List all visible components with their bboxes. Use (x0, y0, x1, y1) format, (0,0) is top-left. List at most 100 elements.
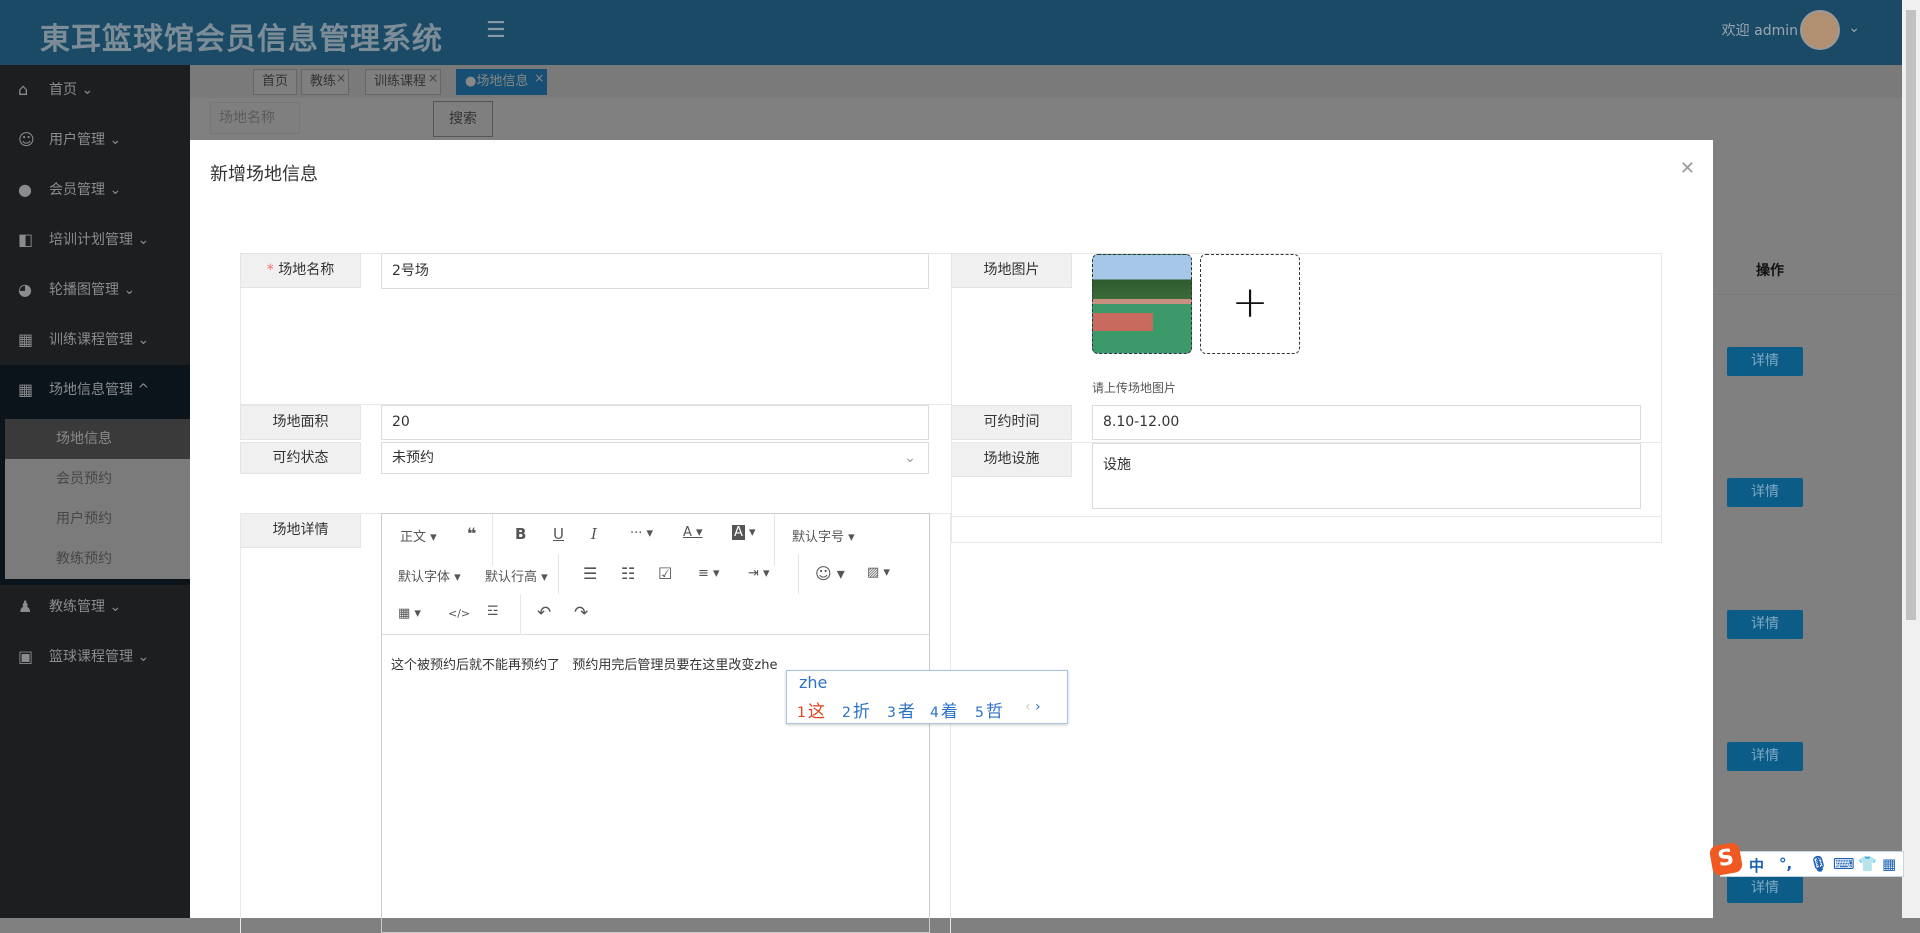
submenu-venue-info[interactable]: 场地信息 (5, 419, 190, 459)
editor-content[interactable]: 这个被预约后就不能再预约了 预约用完后管理员要在这里改变zhe (391, 654, 777, 673)
close-icon[interactable]: × (336, 66, 346, 90)
detail-button[interactable]: 详情 (1727, 478, 1803, 507)
sidebar-item-label: 首页 (49, 82, 77, 98)
sidebar-item-carousel[interactable]: ◕ 轮播图管理 ⌄ (0, 265, 190, 315)
uploaded-court-image[interactable] (1092, 254, 1192, 354)
status-select[interactable]: 未预约 ⌄ (381, 442, 929, 474)
submenu-member-booking[interactable]: 会员预约 (5, 459, 190, 499)
ime-page-arrows[interactable]: ‹ › (1025, 699, 1041, 715)
line-height-dropdown[interactable]: 默认行高 ▾ (485, 566, 548, 585)
font-color-icon[interactable]: A ▾ (683, 525, 703, 540)
close-icon[interactable]: × (534, 66, 544, 90)
undo-icon[interactable]: ↶ (537, 603, 551, 623)
tab-bar: 首页 教练 × 训练课程 × ●场地信息 × (190, 65, 1902, 98)
sidebar-item-basketball-courses[interactable]: ▣ 篮球课程管理 ⌄ (0, 632, 190, 682)
tab-training-course[interactable]: 训练课程 × (365, 66, 442, 95)
area-input[interactable]: 20 (381, 405, 929, 440)
ime-candidate[interactable]: 2折 (842, 697, 870, 722)
toolbox-icon[interactable]: ▦ (1882, 855, 1896, 873)
upload-plus-button[interactable]: + (1200, 254, 1300, 354)
sogou-logo-icon[interactable]: S (1708, 841, 1744, 877)
toolbar-label: 正文 (400, 530, 427, 545)
align-icon[interactable]: ≡ ▾ (698, 566, 720, 581)
close-icon[interactable]: ✕ (1680, 158, 1695, 179)
app-title: 東耳篮球馆会员信息管理系统 (40, 22, 443, 57)
time-input[interactable]: 8.10-12.00 (1092, 405, 1641, 440)
bold-icon[interactable]: B (515, 525, 526, 543)
chevron-down-icon: ⌄ (904, 450, 916, 466)
sidebar-item-coaches[interactable]: ♟ 教练管理 ⌄ (0, 582, 190, 632)
punctuation-toggle[interactable]: °, (1779, 855, 1792, 873)
submenu-user-booking[interactable]: 用户预约 (5, 499, 190, 539)
picture-icon: ▣ (18, 647, 34, 666)
emoji-icon[interactable]: ☺ ▾ (815, 564, 845, 583)
sidebar-item-home[interactable]: ⌂ 首页 ⌄ (0, 65, 190, 115)
skin-shirt-icon[interactable]: 👕 (1858, 855, 1877, 873)
numbered-list-icon[interactable]: ☷ (621, 564, 635, 583)
code-icon[interactable]: </> (448, 607, 470, 620)
home-icon: ⌂ (18, 80, 29, 99)
more-icon[interactable]: ··· ▾ (630, 526, 653, 541)
table-icon[interactable]: ▦ ▾ (398, 606, 421, 621)
divider-line-icon[interactable]: ☲ (487, 604, 499, 619)
image-label: 场地图片 (951, 253, 1072, 288)
chinese-mode-toggle[interactable]: 中 (1749, 855, 1764, 876)
image-icon[interactable]: ▨ ▾ (867, 565, 890, 580)
chevron-down-icon[interactable]: ⌄ (1848, 20, 1860, 36)
tab-home[interactable]: 首页 (253, 69, 298, 95)
keyboard-icon[interactable]: ⌨ (1833, 855, 1855, 873)
candidate-text: 哲 (985, 702, 1003, 722)
indent-icon[interactable]: ⇥ ▾ (748, 566, 770, 581)
microphone-icon[interactable]: 🎙 (1809, 855, 1828, 873)
tab-label: 教练 (310, 74, 337, 89)
divider (558, 554, 559, 594)
ime-candidate[interactable]: 1这 (797, 697, 825, 722)
avatar[interactable] (1800, 10, 1840, 50)
sidebar-item-users[interactable]: ☺ 用户管理 ⌄ (0, 115, 190, 165)
name-label: * 场地名称 (240, 253, 361, 288)
redo-icon[interactable]: ↷ (574, 603, 588, 623)
detail-button[interactable]: 详情 (1727, 347, 1803, 376)
detail-button[interactable]: 详情 (1727, 610, 1803, 639)
ime-candidate[interactable]: 5哲 (975, 697, 1003, 722)
submenu-coach-booking[interactable]: 教练预约 (5, 539, 190, 579)
sidebar-item-label: 会员管理 (49, 182, 105, 198)
tab-coach[interactable]: 教练 × (301, 66, 350, 95)
sidebar-item-label: 训练课程管理 (49, 332, 133, 348)
sidebar-item-label: 教练管理 (49, 599, 105, 615)
search-button[interactable]: 搜索 (433, 101, 493, 137)
close-icon[interactable]: × (428, 66, 438, 90)
sidebar-item-training-plan[interactable]: ◧ 培训计划管理 ⌄ (0, 215, 190, 265)
quote-icon[interactable]: ❝ (467, 524, 476, 543)
sidebar-item-label: 培训计划管理 (49, 232, 133, 248)
menu-fold-icon[interactable]: ☰ (486, 18, 506, 43)
tab-label: ●场地信息 (465, 74, 529, 89)
ops-column-header: 操作 (1756, 263, 1784, 279)
search-input[interactable]: 场地名称 (210, 102, 300, 134)
italic-icon[interactable]: I (591, 525, 597, 543)
editor-toolbar: 正文 ▾ ❝ B U I ··· ▾ A ▾ A ▾ 默认字号 ▾ 默认字体 ▾… (382, 514, 929, 635)
candidate-text: 这 (807, 702, 825, 722)
toolbar-label: 默认字号 (792, 530, 845, 545)
sidebar-item-label: 轮播图管理 (49, 282, 119, 298)
ime-candidate[interactable]: 3者 (887, 697, 915, 722)
todo-icon[interactable]: ☑ (658, 564, 672, 583)
tab-venue-info[interactable]: ●场地信息 × (456, 66, 548, 95)
font-family-dropdown[interactable]: 默认字体 ▾ (398, 566, 461, 585)
underline-icon[interactable]: U (553, 525, 564, 543)
time-label: 可约时间 (951, 405, 1072, 440)
bullet-list-icon[interactable]: ☰ (583, 564, 597, 583)
dashboard-icon: ◕ (18, 280, 32, 299)
ime-candidate[interactable]: 4着 (930, 697, 958, 722)
sidebar-item-members[interactable]: ● 会员管理 ⌄ (0, 165, 190, 215)
sidebar-item-courses[interactable]: ▦ 训练课程管理 ⌄ (0, 315, 190, 365)
font-size-dropdown[interactable]: 默认字号 ▾ (792, 526, 855, 545)
bg-color-icon[interactable]: A ▾ (732, 525, 756, 540)
member-icon: ● (18, 180, 32, 199)
paragraph-dropdown[interactable]: 正文 ▾ (400, 526, 437, 545)
scrollbar-thumb[interactable] (1906, 10, 1916, 620)
user-circle-icon: ☺ (18, 130, 35, 149)
detail-button[interactable]: 详情 (1727, 874, 1803, 903)
detail-button[interactable]: 详情 (1727, 742, 1803, 771)
name-input[interactable]: 2号场 (381, 253, 929, 289)
